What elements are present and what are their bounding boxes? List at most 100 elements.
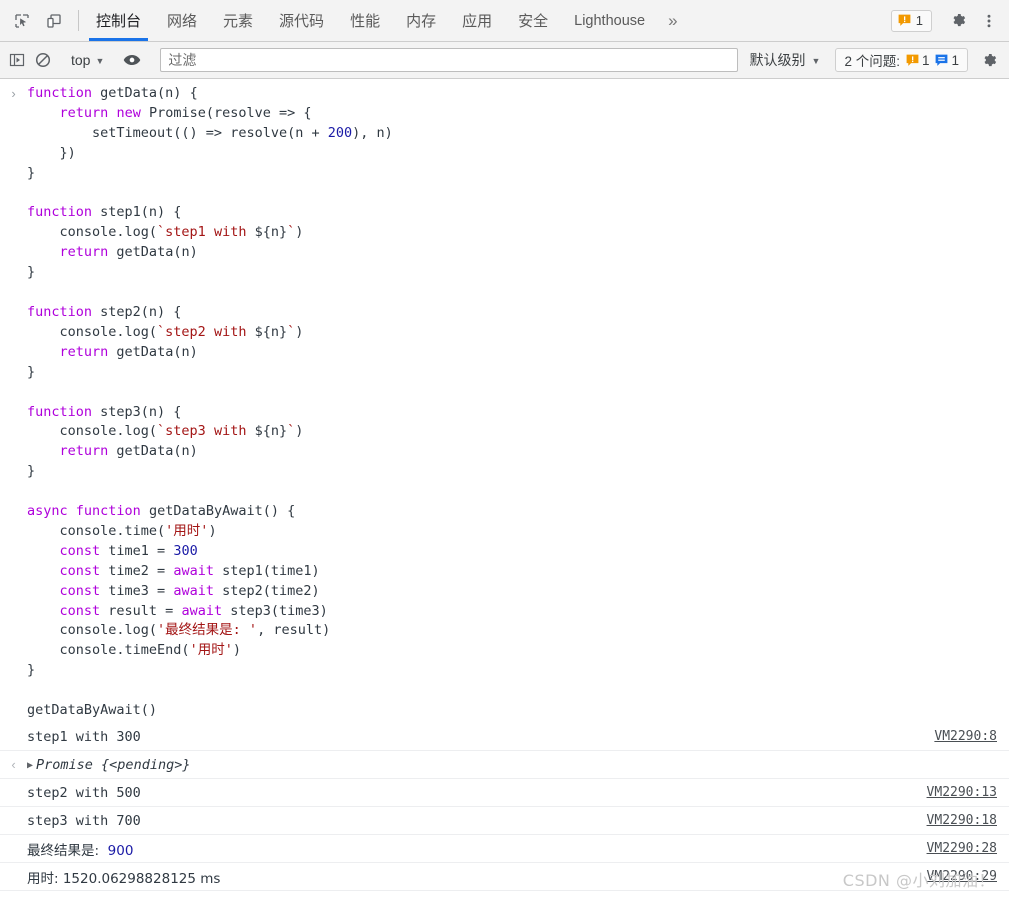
execution-context-select[interactable]: top ▼ <box>65 49 110 71</box>
console-message-list: step1 with 300 VM2290:8 ‹ ▶ Promise {<pendin… <box>0 723 1009 891</box>
tab-network[interactable]: 网络 <box>154 0 210 41</box>
code-token: const <box>59 602 101 619</box>
code-token: ) <box>208 522 217 539</box>
code-token: time3 = <box>100 582 174 599</box>
message-text: step2 with 500 <box>27 784 141 801</box>
panel-tabs: 控制台 网络 元素 源代码 性能 内存 应用 安全 Lighthouse » <box>83 0 891 41</box>
tab-memory-label: 内存 <box>406 13 437 30</box>
log-step2: step2 with 500 VM2290:13 <box>0 779 1009 807</box>
code-token: step3(time3) <box>222 602 328 619</box>
tab-application-label: 应用 <box>462 13 493 30</box>
tab-network-label: 网络 <box>167 13 198 30</box>
chevron-down-icon: ▼ <box>95 55 105 66</box>
message-text: step3 with 700 <box>27 812 141 829</box>
eye-icon-svg <box>124 54 141 66</box>
input-prompt-chevron-icon: › <box>11 86 16 101</box>
code-token: console.timeEnd( <box>27 642 190 659</box>
warning-icon <box>898 14 911 27</box>
watermark: CSDN @小刘加油！ <box>842 871 995 890</box>
kebab-menu-icon-svg <box>987 14 991 27</box>
more-tabs-chevron-icon[interactable]: » <box>658 0 687 41</box>
tab-console-label: 控制台 <box>96 13 142 30</box>
tabbar-divider <box>78 10 79 31</box>
info-icon <box>935 54 948 67</box>
code-token: await <box>181 602 223 619</box>
warning-icon-svg <box>898 14 911 26</box>
issues-label: 2 个问题: <box>844 54 900 69</box>
console-prompt-row[interactable]: ❯ <box>0 891 1009 900</box>
issues-counter[interactable]: 2 个问题: 1 1 <box>835 48 968 72</box>
execution-context-value: top <box>71 52 91 68</box>
show-console-sidebar-icon-svg <box>9 53 25 67</box>
code-token: ) <box>295 323 304 340</box>
eye-icon[interactable] <box>119 47 145 73</box>
code-token: time2 = <box>100 562 174 579</box>
code-token: Promise(resolve => { <box>140 104 312 121</box>
gear-icon-svg <box>984 53 996 66</box>
clear-console-icon[interactable] <box>30 47 56 73</box>
tab-console[interactable]: 控制台 <box>83 0 154 41</box>
log-level-select[interactable]: 默认级别 ▼ <box>744 47 827 73</box>
gear-icon[interactable] <box>945 7 973 35</box>
code-token: return <box>59 343 109 360</box>
code-token: await <box>173 582 214 599</box>
code-token: const <box>59 582 101 599</box>
clear-console-icon-svg <box>35 52 51 68</box>
code-token: step1(time1) <box>213 562 320 579</box>
console-filter-input[interactable] <box>160 48 738 72</box>
gear-icon-svg <box>953 14 965 27</box>
code-token: return <box>59 443 109 460</box>
warning-icon <box>906 54 919 67</box>
tab-sources[interactable]: 源代码 <box>266 0 337 41</box>
code-token: function <box>75 503 141 520</box>
source-link[interactable]: VM2290:28 <box>927 841 1009 856</box>
info-icon-svg <box>936 54 948 66</box>
tab-security[interactable]: 安全 <box>505 0 561 41</box>
code-token: async <box>27 503 68 520</box>
tab-elements[interactable]: 元素 <box>210 0 266 41</box>
code-token: ), n) <box>352 124 393 141</box>
code-token: }) <box>27 144 76 161</box>
code-token: ${n} <box>254 423 288 440</box>
tab-performance[interactable]: 性能 <box>337 0 393 41</box>
show-console-sidebar-icon[interactable] <box>4 47 30 73</box>
code-token: step1(n) { <box>92 204 182 221</box>
source-link[interactable]: VM2290:8 <box>934 729 1009 744</box>
message-value: 900 <box>107 842 134 859</box>
console-input-echo[interactable]: › function getData(n) { return new Promi… <box>0 80 1009 723</box>
code-token: const <box>59 542 101 559</box>
code-token: ${n} <box>254 224 288 241</box>
expand-triangle-icon[interactable]: ▶ <box>27 760 33 771</box>
gear-icon[interactable] <box>977 47 1003 73</box>
code-token: } <box>27 662 36 679</box>
code-token: getData(n) <box>108 343 198 360</box>
log-final-result: 最终结果是: 900 VM2290:28 <box>0 835 1009 863</box>
code-token: getDataByAwait() { <box>140 503 296 520</box>
console-input-code: function getData(n) { return new Promise… <box>27 84 1009 721</box>
code-token: getData(n) { <box>92 85 198 101</box>
code-token: } <box>27 463 36 480</box>
inspect-cursor-icon[interactable] <box>8 7 36 35</box>
device-toolbar-icon[interactable] <box>40 7 68 35</box>
code-token: getDataByAwait() <box>27 702 158 719</box>
return-promise: ‹ ▶ Promise {<pending>} <box>0 751 1009 779</box>
code-token: } <box>27 164 36 181</box>
more-tabs-label: » <box>668 10 678 30</box>
code-token: await <box>173 562 214 579</box>
kebab-menu-icon[interactable] <box>975 7 1003 35</box>
code-token: getData(n) <box>108 244 198 261</box>
code-token: new <box>116 104 141 121</box>
tab-application[interactable]: 应用 <box>449 0 505 41</box>
console-body: › function getData(n) { return new Promi… <box>0 80 1009 900</box>
inspect-cursor-icon-svg <box>15 13 29 28</box>
log-step1: step1 with 300 VM2290:8 <box>0 723 1009 751</box>
tab-memory[interactable]: 内存 <box>393 0 449 41</box>
tab-lighthouse[interactable]: Lighthouse <box>561 0 658 41</box>
source-link[interactable]: VM2290:13 <box>927 785 1009 800</box>
warning-count-badge[interactable]: 1 <box>890 9 932 32</box>
message-text: 最终结果是: 900 <box>27 842 134 859</box>
source-link[interactable]: VM2290:18 <box>927 813 1009 828</box>
